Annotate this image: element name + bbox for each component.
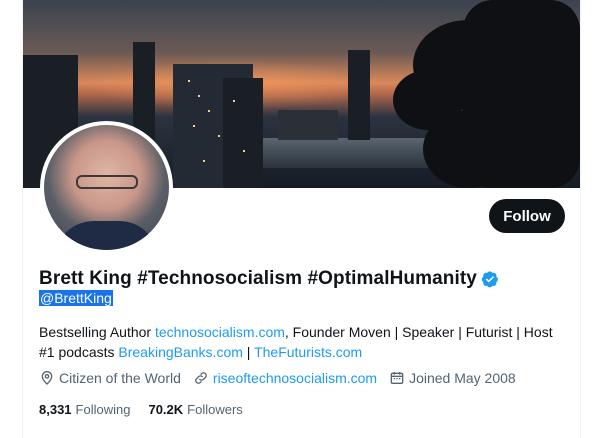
window-light (193, 125, 195, 127)
profile-meta: Citizen of the World riseoftechnosociali… (39, 370, 528, 386)
foliage (423, 110, 513, 188)
following-label: Following (75, 402, 131, 417)
user-handle: @BrettKing (39, 290, 113, 306)
following-link[interactable]: 8,331 Following (39, 402, 130, 417)
building (278, 110, 338, 140)
window-light (243, 150, 245, 152)
bio: Bestselling Author technosocialism.com, … (39, 322, 569, 362)
bio-link-technosocialism[interactable]: technosocialism.com (155, 324, 285, 340)
location-text: Citizen of the World (59, 370, 181, 386)
followers-count: 70.2K (148, 402, 184, 417)
location-item: Citizen of the World (39, 370, 181, 386)
building (133, 42, 155, 142)
bio-link-thefuturists[interactable]: TheFuturists.com (254, 344, 362, 360)
profile-card: Follow Brett King #Technosocialism #Opti… (22, 0, 581, 438)
following-count: 8,331 (39, 402, 72, 417)
window-light (233, 100, 235, 102)
verified-badge-icon[interactable] (481, 270, 499, 288)
building (223, 78, 263, 188)
bio-link-breakingbanks[interactable]: BreakingBanks.com (118, 344, 243, 360)
window-light (208, 110, 210, 112)
location-pin-icon (41, 371, 53, 385)
follow-stats: 8,331 Following 70.2K Followers (39, 402, 261, 417)
joined-text: Joined May 2008 (409, 370, 516, 386)
followers-link[interactable]: 70.2K Followers (148, 402, 242, 417)
window-light (218, 135, 220, 137)
glasses-shape (76, 175, 138, 189)
bio-text: | (242, 344, 255, 360)
shirt-shape (54, 221, 159, 250)
window-light (203, 160, 205, 162)
profile-photo (44, 125, 169, 250)
window-light (198, 95, 200, 97)
avatar[interactable] (40, 121, 173, 254)
joined-item: Joined May 2008 (389, 370, 516, 386)
website-item: riseoftechnosocialism.com (193, 370, 377, 386)
window-light (188, 80, 190, 82)
followers-label: Followers (187, 402, 243, 417)
building (348, 50, 370, 140)
website-link[interactable]: riseoftechnosocialism.com (213, 370, 377, 386)
bio-text: Bestselling Author (39, 324, 155, 340)
follow-button[interactable]: Follow (489, 199, 565, 233)
display-name-row: Brett King #Technosocialism #OptimalHuma… (39, 268, 499, 290)
link-icon (195, 372, 207, 384)
calendar-icon (390, 372, 404, 384)
display-name: Brett King #Technosocialism #OptimalHuma… (39, 268, 477, 289)
